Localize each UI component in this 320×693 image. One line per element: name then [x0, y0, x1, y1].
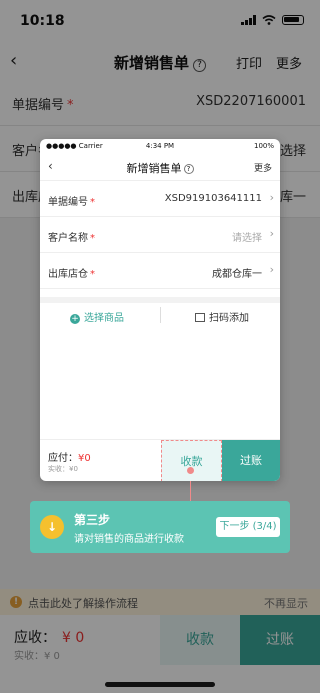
preview-post-button: 过账 [222, 440, 280, 481]
preview-row-value: XSD919103641111 [164, 193, 262, 204]
preview-collect-button: 收款 [161, 440, 222, 481]
preview-scan-add: 扫码添加 [195, 309, 249, 324]
preview-payable: 应付：¥0 [48, 453, 91, 464]
guide-preview-card: ●●●●● Carrier 4:34 PM 100% ‹ 新增销售单? 更多 单… [40, 139, 280, 481]
guide-tooltip: ↓ 第三步 请对销售的商品进行收款 下一步 (3/4) [30, 501, 290, 553]
preview-warehouse-row: 出库店仓 * 成都仓库一 › [40, 253, 280, 289]
guide-description: 请对销售的商品进行收款 [74, 534, 184, 545]
preview-time: 4:34 PM [145, 142, 175, 150]
preview-row-label: 出库店仓 * [48, 269, 95, 280]
preview-row-label: 单据编号 * [48, 197, 95, 208]
preview-row-value: 请选择 [232, 233, 262, 244]
preview-nav-bar: ‹ 新增销售单? 更多 [40, 153, 280, 181]
connector-line [190, 481, 191, 501]
next-step-button[interactable]: 下一步 (3/4) [216, 517, 280, 537]
preview-doc-no-row: 单据编号 * XSD919103641111 › [40, 181, 280, 217]
divider [160, 307, 161, 323]
preview-customer-row: 客户名称 * 请选择 › [40, 217, 280, 253]
preview-row-label: 客户名称 * [48, 233, 95, 244]
preview-help-icon: ? [183, 164, 194, 174]
connector-dot [187, 467, 194, 474]
preview-bottom-bar: 应付：¥0 实收：¥0 收款 过账 [40, 439, 280, 481]
preview-actions: + 选择商品 扫码添加 [40, 297, 280, 327]
guide-step-title: 第三步 [74, 513, 111, 527]
chevron-right-icon: › [269, 263, 274, 276]
preview-status-bar: ●●●●● Carrier 4:34 PM 100% [40, 139, 280, 153]
preview-battery: 100% [253, 142, 274, 150]
chevron-right-icon: › [269, 191, 274, 204]
preview-actual: 实收：¥0 [48, 465, 78, 473]
preview-select-goods: + 选择商品 [70, 313, 124, 324]
home-indicator [105, 682, 215, 687]
chevron-right-icon: › [269, 227, 274, 240]
arrow-down-icon: ↓ [40, 515, 64, 539]
preview-row-value: 成都仓库一 [212, 269, 262, 280]
preview-more: 更多 [253, 164, 272, 174]
plus-icon: + [70, 314, 80, 324]
scan-icon [195, 313, 205, 322]
preview-title: 新增销售单? [40, 160, 280, 176]
